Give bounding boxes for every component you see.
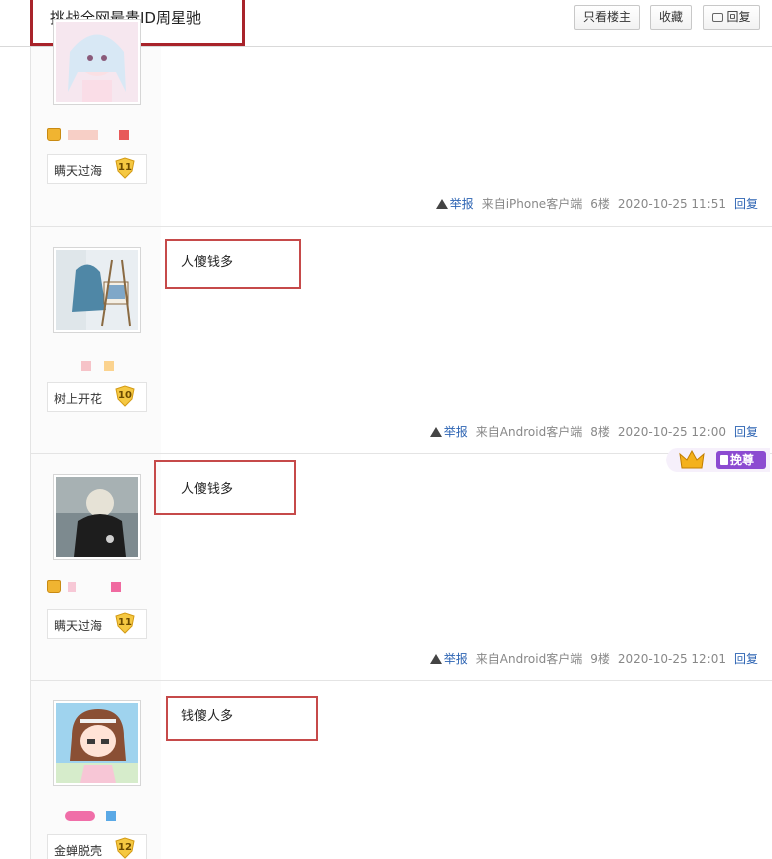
warning-icon xyxy=(429,427,442,437)
user-badges xyxy=(65,808,119,822)
reply-link[interactable]: 回复 xyxy=(734,425,758,439)
badge-icon xyxy=(67,581,76,592)
post-tail: 举报 来自Android客户端 9楼 2020-10-25 12:01 回复 xyxy=(429,650,758,667)
warning-icon xyxy=(435,199,448,209)
report-link[interactable]: 举报 xyxy=(444,425,468,439)
level-number: 11 xyxy=(118,617,132,628)
floor-number: 6楼 xyxy=(590,197,610,211)
report-link[interactable]: 举报 xyxy=(450,197,474,211)
avatar[interactable] xyxy=(53,247,141,333)
reply-link[interactable]: 回复 xyxy=(734,197,758,211)
username[interactable]: 金蝉脱壳 xyxy=(54,842,102,859)
username[interactable]: 树上开花 xyxy=(54,390,102,407)
avatar-image xyxy=(56,703,138,783)
user-card[interactable]: 树上开花 10 xyxy=(47,382,147,412)
badge-icon xyxy=(105,810,116,821)
badge-icon xyxy=(81,360,91,371)
comment-icon xyxy=(712,13,724,22)
post-time: 2020-10-25 12:00 xyxy=(617,425,726,439)
post-tail: 举报 来自iPhone客户端 6楼 2020-10-25 11:51 回复 xyxy=(435,195,758,212)
badge-icon xyxy=(103,360,114,371)
level-number: 12 xyxy=(118,842,132,853)
user-card[interactable]: 瞒天过海 11 xyxy=(47,609,147,639)
favorite-button[interactable]: 收藏 xyxy=(650,5,692,30)
badge-icon xyxy=(67,129,98,140)
floor-number: 8楼 xyxy=(590,425,610,439)
reply-button-label: 回复 xyxy=(726,10,751,24)
post-content: 人傻钱多 xyxy=(181,255,234,270)
level-number: 10 xyxy=(118,390,132,401)
heart-icon xyxy=(65,810,95,821)
avatar-image xyxy=(56,22,138,102)
report-link[interactable]: 举报 xyxy=(444,652,468,666)
only-op-button[interactable]: 只看楼主 xyxy=(574,5,640,30)
client-source: 来自Android客户端 xyxy=(475,425,583,439)
badge-icon xyxy=(110,581,121,592)
username[interactable]: 瞒天过海 xyxy=(54,162,102,179)
promo-badge[interactable]: 挽尊 xyxy=(666,446,770,474)
reply-button[interactable]: 回复 xyxy=(703,5,760,30)
floor-number: 9楼 xyxy=(590,652,610,666)
crown-icon xyxy=(47,580,61,593)
user-card[interactable]: 瞒天过海 11 xyxy=(47,154,147,184)
user-badges xyxy=(47,127,132,141)
badge-icon xyxy=(118,129,129,140)
post-tail: 举报 来自Android客户端 8楼 2020-10-25 12:00 回复 xyxy=(429,423,758,440)
post-floor-8: 树上开花 10 人傻钱多 举报 来自Android客户端 8楼 2020-10-25 … xyxy=(30,227,772,454)
level-number: 11 xyxy=(118,162,132,173)
reply-link[interactable]: 回复 xyxy=(734,652,758,666)
client-source: 来自Android客户端 xyxy=(475,652,583,666)
crown-icon xyxy=(666,448,770,472)
post-content: 人傻钱多 xyxy=(181,482,234,497)
post-next: 金蝉脱壳 12 钱傻人多 xyxy=(30,681,772,859)
post-content: 钱傻人多 xyxy=(181,709,234,724)
post-time: 2020-10-25 11:51 xyxy=(617,197,726,211)
post-floor-9: 瞒天过海 11 人傻钱多 举报 来自Android客户端 9楼 2020-10-25 … xyxy=(30,454,772,681)
user-badges xyxy=(81,358,117,372)
avatar-image xyxy=(56,477,138,557)
avatar[interactable] xyxy=(53,474,141,560)
user-card[interactable]: 金蝉脱壳 12 xyxy=(47,834,147,859)
warning-icon xyxy=(429,654,442,664)
crown-icon xyxy=(47,128,61,141)
post-floor-6: 瞒天过海 11 举报 来自iPhone客户端 6楼 2020-10-25 11:51 回… xyxy=(30,19,772,227)
avatar[interactable] xyxy=(53,700,141,786)
username[interactable]: 瞒天过海 xyxy=(54,617,102,634)
promo-badge-label: 挽尊 xyxy=(730,453,755,467)
thread-page: 挑战全网最贵ID周星驰 只看楼主 收藏 回复 瞒天过海 11 举报 来自iPho… xyxy=(0,0,772,859)
avatar-image xyxy=(56,250,138,330)
client-source: 来自iPhone客户端 xyxy=(481,197,583,211)
user-badges xyxy=(47,579,124,593)
post-time: 2020-10-25 12:01 xyxy=(617,652,726,666)
avatar[interactable] xyxy=(53,19,141,105)
